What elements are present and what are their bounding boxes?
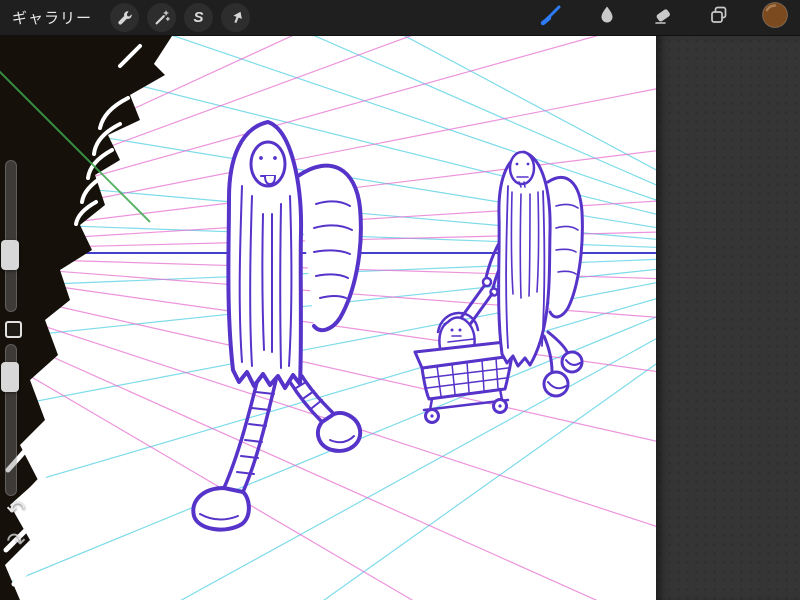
gallery-button[interactable]: ギャラリー bbox=[12, 7, 92, 28]
transform-arrow-icon bbox=[227, 9, 245, 27]
brush-button[interactable] bbox=[538, 5, 564, 31]
eraser-button[interactable] bbox=[650, 5, 676, 31]
smudge-button[interactable] bbox=[594, 5, 620, 31]
toolbar: ギャラリー S bbox=[0, 0, 800, 36]
purple-character-walking bbox=[191, 120, 363, 532]
brush-size-slider[interactable] bbox=[5, 160, 17, 312]
color-swatch bbox=[761, 1, 789, 34]
selection-s-icon: S bbox=[193, 9, 204, 26]
layers-button[interactable] bbox=[706, 5, 732, 31]
drawing-canvas[interactable] bbox=[0, 36, 656, 600]
toolbar-left-group: ギャラリー S bbox=[12, 3, 251, 32]
wrench-icon bbox=[116, 9, 134, 27]
brush-size-handle[interactable] bbox=[1, 240, 19, 270]
transform-button[interactable] bbox=[221, 3, 251, 32]
color-swatch-button[interactable] bbox=[762, 2, 788, 31]
magic-wand-icon bbox=[153, 9, 171, 27]
selection-button[interactable]: S bbox=[184, 3, 214, 32]
actions-button[interactable] bbox=[110, 3, 140, 32]
layers-icon bbox=[708, 4, 730, 31]
adjustments-button[interactable] bbox=[147, 3, 177, 32]
eraser-icon bbox=[652, 4, 674, 31]
brush-icon bbox=[539, 3, 563, 32]
shopping-cart bbox=[413, 340, 514, 424]
outside-canvas-area bbox=[656, 36, 800, 600]
sidebar: ↶ ↷ bbox=[0, 0, 30, 600]
opacity-handle[interactable] bbox=[1, 362, 19, 392]
modify-button[interactable] bbox=[5, 321, 22, 338]
redo-button[interactable]: ↷ bbox=[3, 528, 29, 554]
toolbar-right-group bbox=[538, 2, 788, 31]
undo-button[interactable]: ↶ bbox=[3, 496, 29, 522]
smudge-finger-icon bbox=[596, 4, 618, 31]
